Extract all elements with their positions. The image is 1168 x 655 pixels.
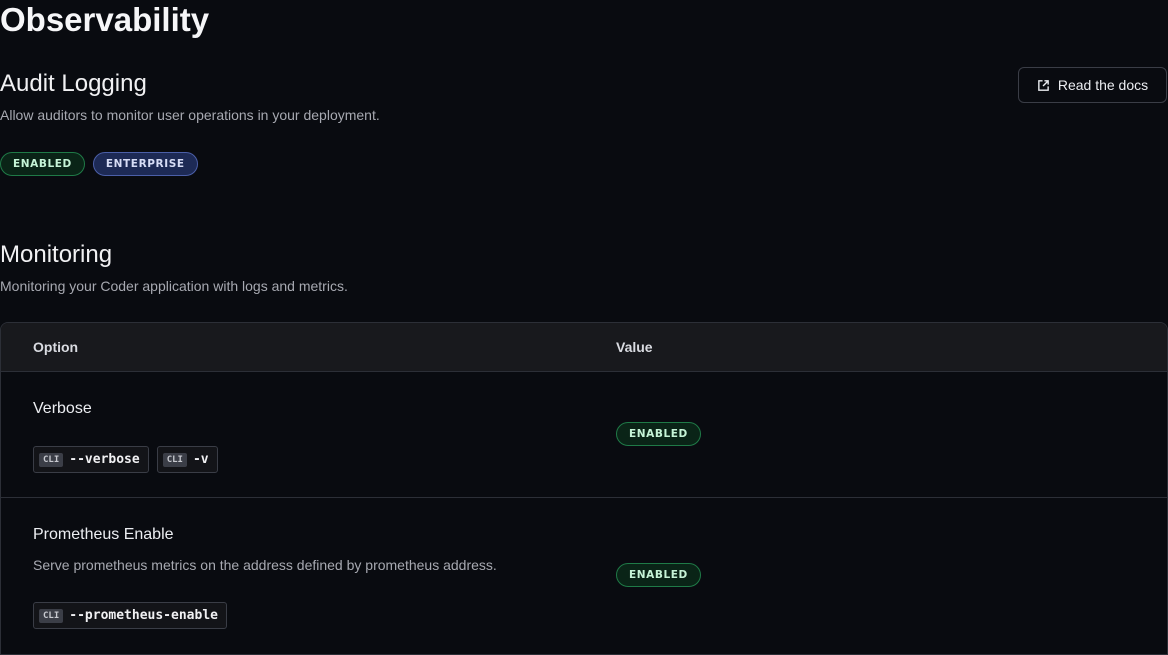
cli-flags: CLI --prometheus-enable [33,602,227,629]
option-description: Serve prometheus metrics on the address … [33,557,497,573]
external-link-icon [1037,79,1050,92]
value-cell: ENABLED [616,422,701,446]
cli-tag: CLI [39,608,64,623]
cli-flag: --prometheus-enable [69,608,218,623]
enterprise-badge: ENTERPRISE [92,152,198,176]
cli-tag: CLI [39,452,64,467]
table-row-prometheus-enable: Prometheus Enable Serve prometheus metri… [1,498,1167,654]
cli-flag: -v [192,452,209,467]
read-the-docs-label: Read the docs [1057,77,1149,93]
cli-tag: CLI [162,452,187,467]
audit-badges: ENABLED ENTERPRISE [0,152,198,176]
monitoring-title: Monitoring [0,241,113,268]
enabled-badge: ENABLED [616,563,701,587]
enabled-badge: ENABLED [616,422,701,446]
cli-flag-chip: CLI --prometheus-enable [33,602,227,629]
page-title: Observability [0,1,210,38]
cli-flag-chip: CLI --verbose [33,446,149,473]
cli-flag-chip: CLI -v [156,446,218,473]
options-table: Option Value Verbose CLI --verbose CLI -… [0,322,1168,655]
option-name: Verbose [33,400,92,417]
audit-logging-description: Allow auditors to monitor user operation… [0,107,380,123]
monitoring-description: Monitoring your Coder application with l… [0,278,348,294]
option-column-header: Option [33,339,79,355]
value-column-header: Value [616,339,653,355]
option-name: Prometheus Enable [33,526,174,543]
value-cell: ENABLED [616,563,701,587]
table-row-verbose: Verbose CLI --verbose CLI -v ENABLED [1,372,1167,498]
cli-flag: --verbose [69,452,140,467]
read-the-docs-button[interactable]: Read the docs [1018,67,1167,103]
table-header: Option Value [1,323,1167,372]
enabled-badge: ENABLED [0,152,85,176]
cli-flags: CLI --verbose CLI -v [33,446,218,473]
deployment-settings-page: Observability Audit Logging Allow audito… [0,0,1168,655]
audit-logging-title: Audit Logging [0,70,147,97]
